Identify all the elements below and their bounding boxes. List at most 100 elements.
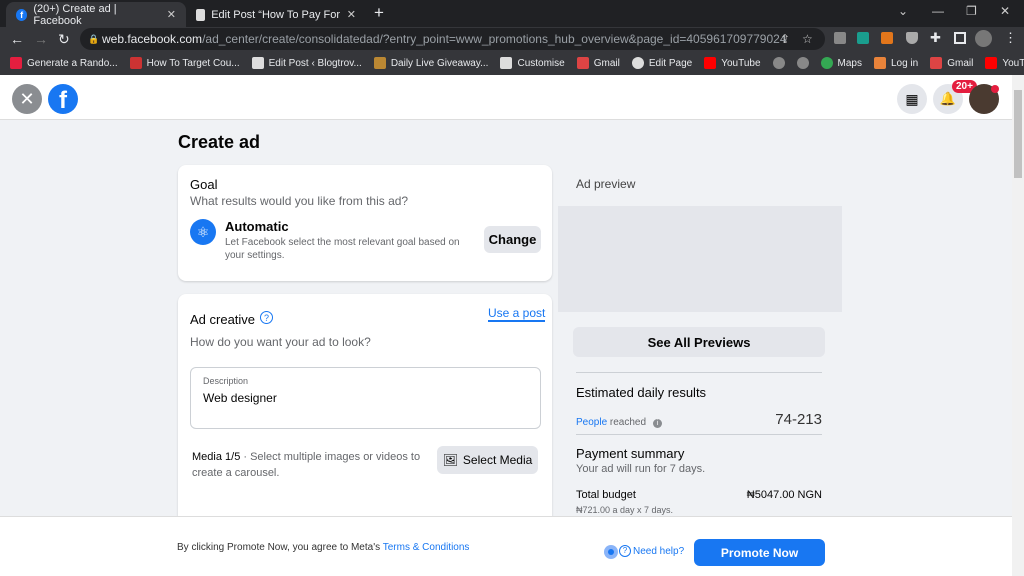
gmail-icon — [930, 57, 943, 69]
bookmark[interactable]: Gmail — [930, 57, 973, 69]
facebook-favicon-icon: f — [16, 8, 28, 21]
bookmark[interactable]: How To Target Cou... — [129, 57, 240, 69]
terms-link[interactable]: Terms & Conditions — [383, 542, 470, 553]
tab-search-icon[interactable]: ⌄ — [898, 4, 908, 18]
youtube-icon — [704, 57, 717, 69]
total-budget-label: Total budget — [576, 489, 636, 501]
bookmark[interactable] — [772, 57, 785, 69]
media-count: Media 1/5 — [192, 451, 241, 463]
bookmark[interactable]: Maps — [820, 57, 862, 69]
bookmark[interactable]: Daily Live Giveaway... — [373, 57, 488, 69]
tab-edit-post[interactable]: Edit Post “How To Pay For Facebo ✕ — [186, 2, 366, 27]
bookmark-label: How To Target Cou... — [146, 57, 240, 69]
status-dot — [991, 85, 999, 93]
goal-option-title: Automatic — [225, 219, 289, 234]
info-icon[interactable]: i — [652, 419, 662, 428]
bookmark[interactable]: Customise — [500, 57, 565, 69]
bookmark[interactable]: Log in — [873, 57, 918, 69]
bookmark-label: Gmail — [947, 57, 974, 69]
bookmark-icon — [631, 57, 644, 69]
people-reached-label: People reached i — [576, 417, 662, 428]
divider — [576, 372, 822, 373]
bookmark-label: Maps — [837, 57, 862, 69]
globe-icon — [772, 57, 785, 69]
description-field[interactable]: Description Web designer — [190, 367, 541, 429]
bookmarks-bar: Generate a Rando... How To Target Cou...… — [0, 51, 1024, 75]
menu-kebab-icon[interactable]: ⋮ — [1004, 30, 1017, 46]
estimated-results-heading: Estimated daily results — [576, 385, 707, 400]
agree-text: By clicking Promote Now, you agree to Me… — [177, 542, 383, 553]
bookmark[interactable]: Edit Page — [631, 57, 692, 69]
extension-icon[interactable] — [857, 32, 869, 44]
bookmark-label: Generate a Rando... — [27, 57, 118, 69]
bookmark[interactable]: Gmail — [576, 57, 620, 69]
url-input[interactable]: 🔒 web.facebook.com/ad_center/create/conso… — [80, 28, 825, 50]
bookmark-label: YouTube — [1002, 57, 1024, 69]
goal-card: Goal What results would you like from th… — [178, 165, 552, 281]
close-tab-icon[interactable]: ✕ — [167, 8, 176, 21]
terms-text: By clicking Promote Now, you agree to Me… — [177, 542, 469, 553]
bookmark-label: Gmail — [593, 57, 620, 69]
description-label: Description — [203, 376, 249, 386]
bookmark[interactable]: Edit Post ‹ Blogtrov... — [251, 57, 362, 69]
scrollbar-thumb[interactable] — [1014, 90, 1022, 178]
globe-icon — [796, 57, 809, 69]
lock-icon: 🔒 — [88, 34, 100, 44]
tab-create-ad[interactable]: f (20+) Create ad | Facebook ✕ — [6, 2, 186, 27]
close-icon[interactable]: ✕ — [12, 84, 42, 114]
profile-avatar[interactable] — [975, 30, 992, 47]
extension-icon[interactable] — [834, 32, 846, 44]
minimize-button[interactable]: — — [932, 4, 944, 18]
ad-preview-heading: Ad preview — [576, 177, 636, 191]
shield-extension-icon[interactable] — [906, 32, 918, 44]
restore-button[interactable]: ❐ — [966, 4, 977, 18]
goal-option-description: Let Facebook select the most relevant go… — [225, 237, 460, 261]
page-title: Create ad — [178, 132, 261, 152]
help-icon[interactable]: ? — [260, 311, 273, 324]
forward-icon[interactable]: → — [34, 31, 48, 47]
daily-budget: ₦721.00 a day x 7 days. — [576, 505, 674, 515]
need-help-link[interactable]: ? Need help? — [619, 545, 684, 557]
media-info: Media 1/5 · Select multiple images or vi… — [192, 449, 432, 481]
menu-grid-icon[interactable]: ▦ — [897, 84, 927, 114]
url-path: /ad_center/create/consolidatedad/?entry_… — [202, 32, 787, 46]
close-window-button[interactable]: ✕ — [1000, 4, 1010, 18]
ad-creative-card: Ad creative ? Use a post How do you want… — [178, 294, 552, 534]
ad-creative-heading: Ad creative — [190, 312, 256, 327]
goal-heading: Goal — [190, 177, 218, 192]
promote-now-button[interactable]: Promote Now — [694, 539, 825, 566]
run-duration: Your ad will run for 7 days. — [576, 463, 706, 475]
people-link[interactable]: People — [576, 417, 607, 428]
extensions-puzzle-icon[interactable]: ✚ — [930, 30, 941, 46]
change-goal-button[interactable]: Change — [484, 226, 541, 253]
new-tab-button[interactable]: + — [374, 3, 384, 23]
bookmark[interactable]: Generate a Rando... — [10, 57, 118, 69]
use-a-post-link[interactable]: Use a post — [488, 306, 546, 322]
ad-creative-subtitle: How do you want your ad to look? — [190, 335, 371, 349]
share-icon[interactable]: ⇪ — [780, 28, 790, 50]
facebook-logo-icon[interactable]: f — [48, 84, 78, 114]
bookmark[interactable] — [796, 57, 809, 69]
metamask-icon[interactable] — [881, 32, 893, 44]
bookmark[interactable]: YouTube — [704, 57, 761, 69]
ad-preview-placeholder — [558, 206, 842, 312]
total-budget-value: ₦5047.00 NGN — [746, 489, 822, 501]
close-tab-icon[interactable]: ✕ — [347, 8, 356, 21]
tab-title: Edit Post “How To Pay For Facebo — [211, 8, 341, 21]
browser-tab-bar: f (20+) Create ad | Facebook ✕ Edit Post… — [0, 0, 1024, 27]
bookmark-label: Customise — [517, 57, 565, 69]
facebook-header — [0, 75, 1012, 120]
see-all-previews-button[interactable]: See All Previews — [573, 327, 825, 357]
payment-summary-heading: Payment summary — [576, 446, 685, 461]
side-panel-icon[interactable] — [954, 32, 966, 44]
bookmark-star-icon[interactable]: ☆ — [802, 28, 813, 50]
back-icon[interactable]: ← — [10, 31, 24, 47]
youtube-icon — [985, 57, 998, 69]
reload-icon[interactable]: ↻ — [58, 31, 70, 48]
select-media-button[interactable]: 🖼 Select Media — [437, 446, 538, 474]
bookmark-icon — [373, 57, 386, 69]
description-value[interactable]: Web designer — [203, 391, 277, 405]
gmail-icon — [576, 57, 589, 69]
bookmark[interactable]: YouTube — [985, 57, 1024, 69]
help-toggle-icon[interactable] — [604, 545, 618, 559]
